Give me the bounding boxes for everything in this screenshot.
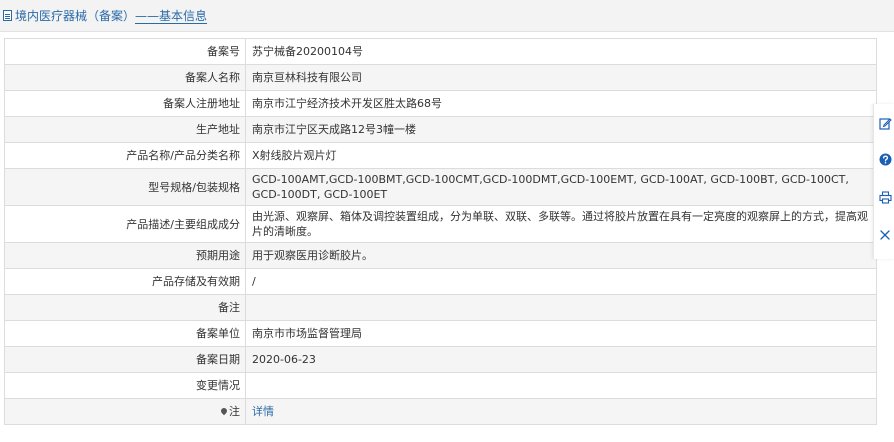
row-label: 生产地址 — [4, 116, 246, 143]
table-row: 生产地址 南京市江宁区天成路12号3幢一楼 — [4, 116, 877, 143]
close-icon[interactable] — [878, 228, 892, 242]
table-row: 产品描述/主要组成成分 由光源、观察屏、箱体及调控装置组成，分为单联、双联、多联… — [4, 205, 877, 243]
page-header: 境内医疗器械（备案） ——基本信息 — [0, 0, 894, 32]
header-section: ——基本信息 — [135, 7, 207, 24]
table-row: 备案单位 南京市市场监督管理局 — [4, 320, 877, 347]
table-row: 备案号 苏宁械备20200104号 — [4, 38, 877, 65]
note-value-cell: 详情 — [245, 398, 877, 425]
row-label: 备注 — [4, 294, 246, 321]
row-value — [245, 372, 877, 399]
details-link[interactable]: 详情 — [252, 405, 274, 418]
row-value: X射线胶片观片灯 — [245, 142, 877, 169]
row-value: / — [245, 268, 877, 295]
row-value: 由光源、观察屏、箱体及调控装置组成，分为单联、双联、多联等。通过将胶片放置在具有… — [245, 205, 877, 243]
row-value — [245, 294, 877, 321]
row-label: 注 — [229, 405, 240, 418]
header-section-title: 基本信息 — [159, 9, 208, 23]
row-label: 产品名称/产品分类名称 — [4, 142, 246, 169]
table-row: 产品存储及有效期 / — [4, 268, 877, 295]
header-prefix: 境内医疗器械（备案） — [15, 9, 136, 23]
table-row: 变更情况 — [4, 372, 877, 399]
header-separator: —— — [135, 9, 160, 23]
table-row: 备案人名称 南京亘林科技有限公司 — [4, 64, 877, 91]
table-row: 产品名称/产品分类名称 X射线胶片观片灯 — [4, 142, 877, 169]
row-label: 备案号 — [4, 38, 246, 65]
table-row: 预期用途 用于观察医用诊断胶片。 — [4, 242, 877, 269]
note-label-cell: 注 — [4, 398, 246, 425]
print-icon[interactable] — [878, 190, 892, 204]
edit-icon[interactable] — [878, 116, 892, 130]
info-table-wrapper: 备案号 苏宁械备20200104号 备案人名称 南京亘林科技有限公司 备案人注册… — [4, 38, 877, 425]
row-label: 变更情况 — [4, 372, 246, 399]
row-label: 备案人注册地址 — [4, 90, 246, 117]
row-value: 南京市江宁经济技术开发区胜太路68号 — [245, 90, 877, 117]
row-value: GCD-100AMT,GCD-100BMT,GCD-100CMT,GCD-100… — [245, 168, 877, 206]
row-value: 2020-06-23 — [245, 346, 877, 373]
row-label: 备案人名称 — [4, 64, 246, 91]
info-table: 备案号 苏宁械备20200104号 备案人名称 南京亘林科技有限公司 备案人注册… — [4, 38, 877, 425]
row-value: 苏宁械备20200104号 — [245, 38, 877, 65]
document-icon — [3, 10, 12, 21]
side-toolbar — [873, 104, 894, 259]
row-value: 南京市市场监督管理局 — [245, 320, 877, 347]
row-label: 产品存储及有效期 — [4, 268, 246, 295]
row-label: 产品描述/主要组成成分 — [4, 205, 246, 243]
row-value: 南京亘林科技有限公司 — [245, 64, 877, 91]
row-label: 型号规格/包装规格 — [4, 168, 246, 206]
row-value: 南京市江宁区天成路12号3幢一楼 — [245, 116, 877, 143]
help-icon[interactable] — [878, 152, 892, 166]
table-row: 备案日期 2020-06-23 — [4, 346, 877, 373]
row-value: 用于观察医用诊断胶片。 — [245, 242, 877, 269]
table-row: 备案人注册地址 南京市江宁经济技术开发区胜太路68号 — [4, 90, 877, 117]
pin-icon — [219, 406, 229, 416]
table-row: 备注 — [4, 294, 877, 321]
row-label: 备案日期 — [4, 346, 246, 373]
table-row: 注 详情 — [4, 398, 877, 425]
row-label: 备案单位 — [4, 320, 246, 347]
table-row: 型号规格/包装规格 GCD-100AMT,GCD-100BMT,GCD-100C… — [4, 168, 877, 206]
row-label: 预期用途 — [4, 242, 246, 269]
